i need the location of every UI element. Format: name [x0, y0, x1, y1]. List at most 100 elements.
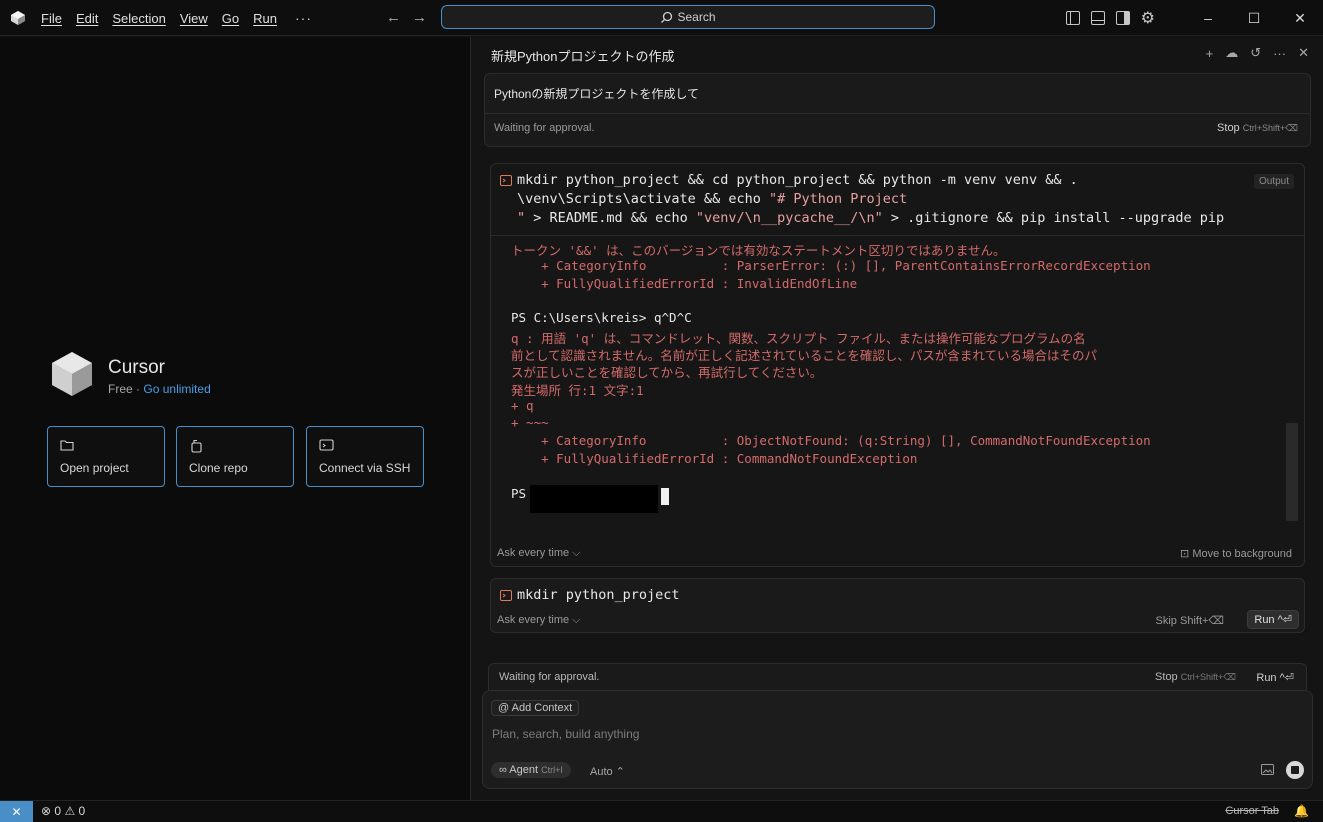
close-button[interactable]: ✕ [1277, 10, 1323, 27]
search-label: Search [677, 10, 716, 24]
chat-title: 新規Pythonプロジェクトの作成 [491, 49, 675, 64]
close-panel-icon[interactable]: ✕ [1298, 45, 1309, 61]
minimize-button[interactable]: – [1185, 10, 1231, 26]
command-line-3c: "venv/\n__pycache__/\n" [695, 210, 883, 226]
terminal-output-line: PS C:\Users\kreis> q^D^C [511, 310, 692, 325]
more-icon[interactable]: ··· [1273, 46, 1286, 61]
redacted-path [530, 485, 658, 513]
warning-count: 0 [78, 804, 86, 818]
clone-repo-button[interactable]: Clone repo [176, 426, 294, 487]
status-bar: ✕ ⊗ 0 ⚠ 0 Cursor Tab 🔔 [0, 800, 1323, 822]
terminal-command-block: mkdir python_project && cd python_projec… [490, 163, 1305, 567]
problems-indicator[interactable]: ⊗ 0 ⚠ 0 [41, 804, 85, 818]
menu-more-icon[interactable]: ··· [295, 10, 312, 26]
connect-ssh-button[interactable]: Connect via SSH [306, 426, 424, 487]
command-line-2b: "# Python Project [768, 191, 908, 207]
command-line-3a: " [517, 210, 526, 226]
skip-button[interactable]: Skip Shift+⌫ [1156, 614, 1224, 627]
cursor-tab-status[interactable]: Cursor Tab [1225, 805, 1279, 817]
terminal-scrollbar[interactable] [1286, 423, 1298, 521]
run-button[interactable]: Run ^⏎ [1247, 610, 1299, 629]
menu-selection[interactable]: Selection [112, 11, 165, 26]
stop-button[interactable]: Stop Ctrl+Shift+⌫ [1217, 122, 1298, 134]
chat-input[interactable]: Plan, search, build anything [492, 727, 639, 741]
chat-composer: @ Add Context Plan, search, build anythi… [482, 690, 1313, 789]
maximize-button[interactable]: ☐ [1231, 10, 1277, 27]
menu-edit[interactable]: Edit [76, 11, 98, 26]
pending-command-block: mkdir python_project Ask every time ⌵ Sk… [490, 578, 1305, 633]
terminal-output-line: + CategoryInfo : ParserError: (:) [], Pa… [511, 258, 1151, 273]
command-line-2a: \venv\Scripts\activate && echo [517, 191, 769, 207]
stop-generation-button[interactable] [1286, 761, 1304, 779]
title-bar: File Edit Selection View Go Run ··· ← → … [0, 0, 1323, 36]
settings-gear-icon[interactable]: ⚙ [1141, 8, 1155, 28]
open-project-label: Open project [60, 461, 129, 475]
terminal-window-icon [319, 439, 334, 451]
error-icon: ⊗ [41, 804, 52, 818]
terminal-output-line: トークン '&&' は、このバージョンでは有効なステートメント区切りではありませ… [511, 243, 1006, 258]
agent-mode-label: ∞ Agent [499, 764, 539, 776]
chat-header-actions: + ☁ ↺ ··· ✕ [1194, 45, 1309, 61]
terminal-prompt: PS [511, 486, 527, 501]
terminal-output-line: + ~~~ [511, 415, 549, 430]
plan-label: Free [108, 382, 133, 396]
approval-stop-shortcut: Ctrl+Shift+⌫ [1180, 672, 1236, 682]
ask-every-time-dropdown[interactable]: Ask every time ⌵ [497, 547, 581, 560]
notification-bell-icon[interactable]: 🔔 [1294, 804, 1309, 818]
open-project-button[interactable]: Open project [47, 426, 165, 487]
folder-icon [60, 440, 74, 451]
plan-line: Free · Go unlimited [108, 382, 211, 396]
chat-panel: 新規Pythonプロジェクトの作成 + ☁ ↺ ··· ✕ Pythonの新規プ… [472, 37, 1323, 800]
back-arrow-icon[interactable]: ← [386, 9, 401, 26]
cloud-icon[interactable]: ☁ [1225, 45, 1238, 61]
toggle-primary-sidebar-icon[interactable] [1065, 11, 1080, 25]
approval-bar: Waiting for approval. Stop Ctrl+Shift+⌫ … [488, 663, 1307, 690]
terminal-icon [500, 590, 512, 601]
menu-go[interactable]: Go [222, 11, 239, 26]
warning-icon: ⚠ [64, 804, 76, 818]
agent-mode-selector[interactable]: ∞ Agent Ctrl+I [491, 762, 571, 778]
toggle-secondary-sidebar-icon[interactable] [1115, 11, 1130, 25]
menu-view[interactable]: View [180, 11, 208, 26]
terminal-output-line: 発生場所 行:1 文字:1 [511, 383, 644, 398]
command-line-3b: > README.md && echo [525, 210, 696, 226]
terminal-cursor [661, 488, 669, 505]
search-icon [661, 11, 673, 23]
connect-ssh-label: Connect via SSH [319, 461, 411, 475]
error-count: 0 [54, 804, 62, 818]
menu-run[interactable]: Run [253, 11, 277, 26]
plan-separator: · [136, 382, 141, 396]
command-line-3d: > .gitignore && pip install --upgrade pi… [882, 210, 1225, 226]
pending-command-text: mkdir python_project [517, 587, 680, 603]
cursor-app-icon [11, 11, 25, 25]
command-line-2: \venv\Scripts\activate && echo "# Python… [517, 191, 907, 207]
user-message-box: Pythonの新規プロジェクトを作成して Waiting for approva… [484, 73, 1311, 147]
output-tag[interactable]: Output [1253, 174, 1294, 189]
menu-file[interactable]: File [41, 11, 62, 26]
terminal-output-line: + FullyQualifiedErrorId : InvalidEndOfLi… [511, 276, 858, 291]
terminal-output-line: + q [511, 398, 534, 413]
cursor-logo-icon [52, 352, 92, 396]
new-chat-icon[interactable]: + [1206, 46, 1214, 61]
terminal-icon [500, 175, 512, 186]
go-unlimited-link[interactable]: Go unlimited [143, 382, 210, 396]
waiting-status: Waiting for approval. [494, 122, 595, 134]
move-to-background-button[interactable]: ⊡ Move to background [1180, 547, 1292, 560]
ask-every-time-dropdown[interactable]: Ask every time ⌵ [497, 614, 581, 627]
command-center-search[interactable]: Search [441, 5, 935, 29]
history-icon[interactable]: ↺ [1250, 45, 1261, 61]
stop-shortcut: Ctrl+Shift+⌫ [1242, 123, 1298, 133]
approval-run-button[interactable]: Run ^⏎ [1256, 671, 1294, 684]
skip-label: Skip [1155, 615, 1177, 627]
remote-indicator[interactable]: ✕ [0, 801, 33, 822]
agent-mode-shortcut: Ctrl+I [541, 765, 563, 775]
toggle-panel-icon[interactable] [1090, 11, 1105, 25]
model-selector[interactable]: Auto ⌃ [590, 765, 625, 778]
forward-arrow-icon[interactable]: → [412, 9, 427, 26]
skip-shortcut: Shift+⌫ [1180, 615, 1224, 627]
add-context-button[interactable]: @ Add Context [491, 700, 580, 716]
approval-stop-button[interactable]: Stop Ctrl+Shift+⌫ [1155, 671, 1236, 683]
image-attach-icon[interactable] [1261, 764, 1274, 775]
menu-bar: File Edit Selection View Go Run ··· [41, 0, 312, 36]
window-controls: ⚙ – ☐ ✕ [1065, 0, 1323, 36]
